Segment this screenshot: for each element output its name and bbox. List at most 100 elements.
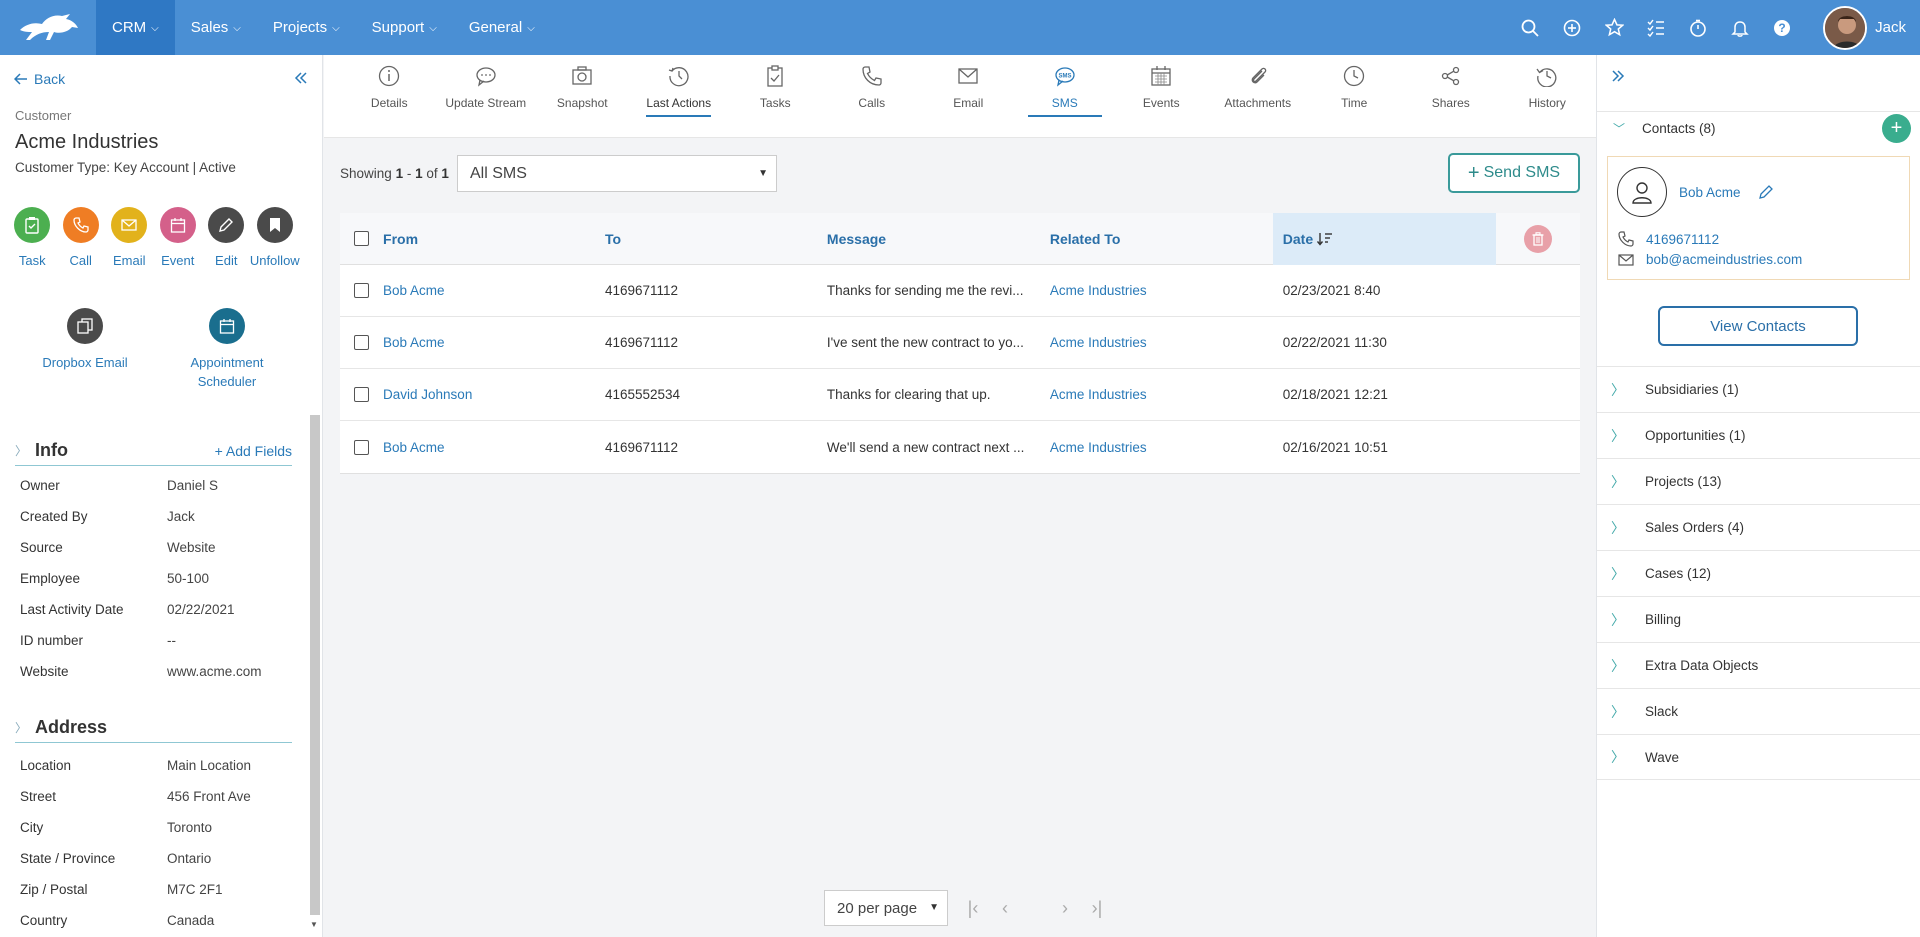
related-to-link[interactable]: Acme Industries — [1050, 335, 1273, 350]
edit-contact-button[interactable] — [1758, 184, 1774, 200]
section-slack[interactable]: 〉 Slack — [1597, 688, 1920, 734]
tab-snapshot[interactable]: Snapshot — [534, 55, 631, 137]
section-subsidiaries[interactable]: 〉 Subsidiaries (1) — [1597, 366, 1920, 412]
section-wave[interactable]: 〉 Wave — [1597, 734, 1920, 780]
first-page-icon[interactable]: |‹ — [966, 898, 980, 919]
scroll-down-arrow-icon[interactable]: ▼ — [310, 920, 318, 929]
row-checkbox[interactable] — [354, 283, 369, 298]
results-count: Showing 1 - 1 of 1 — [340, 166, 449, 181]
select-all-checkbox[interactable] — [354, 231, 369, 246]
tab-details[interactable]: Details — [341, 55, 438, 137]
tab-time[interactable]: Time — [1306, 55, 1403, 137]
add-contact-button[interactable]: + — [1882, 114, 1911, 143]
unfollow-action-button[interactable]: Unfollow — [250, 207, 300, 268]
double-chevron-right-icon — [1612, 70, 1625, 82]
email-action-button[interactable]: Email — [105, 207, 154, 268]
per-page-select[interactable]: 20 per page ▼ — [824, 890, 948, 926]
from-link[interactable]: Bob Acme — [383, 283, 605, 298]
tab-events[interactable]: Events — [1113, 55, 1210, 137]
chevron-right-icon: 〉 — [1611, 611, 1625, 628]
nav-support-label: Support — [371, 19, 425, 36]
clock-icon — [1341, 63, 1367, 89]
view-contacts-button[interactable]: View Contacts — [1658, 306, 1858, 346]
search-icon[interactable] — [1519, 17, 1541, 39]
contact-email[interactable]: bob@acmeindustries.com — [1618, 252, 1802, 267]
checklist-icon[interactable] — [1645, 17, 1667, 39]
nav-crm[interactable]: CRM ⌵ — [96, 0, 175, 55]
tab-tasks[interactable]: Tasks — [727, 55, 824, 137]
last-page-icon[interactable]: ›| — [1090, 898, 1104, 919]
prev-page-icon[interactable]: ‹ — [998, 898, 1012, 919]
column-related-to[interactable]: Related To — [1050, 213, 1273, 265]
bell-icon[interactable] — [1729, 17, 1751, 39]
tab-history[interactable]: History — [1499, 55, 1596, 137]
from-link[interactable]: Bob Acme — [383, 335, 605, 350]
row-checkbox[interactable] — [354, 387, 369, 402]
section-projects[interactable]: 〉 Projects (13) — [1597, 458, 1920, 504]
message-cell: Thanks for sending me the revi... — [826, 283, 1024, 298]
app-logo[interactable] — [4, 0, 94, 55]
contact-name-link[interactable]: Bob Acme — [1679, 185, 1741, 200]
field-value: Jack — [167, 509, 195, 524]
section-sales-orders[interactable]: 〉 Sales Orders (4) — [1597, 504, 1920, 550]
column-to[interactable]: To — [605, 213, 827, 265]
message-cell: Thanks for clearing that up. — [826, 387, 991, 402]
back-button[interactable]: Back — [14, 71, 65, 87]
tab-label: Attachments — [1224, 96, 1292, 110]
tab-calls[interactable]: Calls — [824, 55, 921, 137]
table-row[interactable]: David Johnson 4165552534 Thanks for clea… — [340, 369, 1580, 421]
task-action-button[interactable]: Task — [8, 207, 57, 268]
section-opportunities[interactable]: 〉 Opportunities (1) — [1597, 412, 1920, 458]
related-to-link[interactable]: Acme Industries — [1050, 387, 1273, 402]
user-name[interactable]: Jack — [1875, 19, 1906, 36]
timer-icon[interactable] — [1687, 17, 1709, 39]
nav-projects[interactable]: Projects ⌵ — [257, 0, 356, 55]
contacts-section-header[interactable]: ﹀ Contacts (8) + — [1597, 111, 1920, 145]
column-message[interactable]: Message — [827, 213, 1050, 265]
add-circle-icon[interactable] — [1561, 17, 1583, 39]
nav-general[interactable]: General ⌵ — [453, 0, 551, 55]
from-link[interactable]: Bob Acme — [383, 440, 605, 455]
user-avatar[interactable] — [1823, 5, 1868, 50]
section-extra-data-objects[interactable]: 〉 Extra Data Objects — [1597, 642, 1920, 688]
help-icon[interactable]: ? — [1771, 17, 1793, 39]
tab-update-stream[interactable]: Update Stream — [438, 55, 535, 137]
tab-attachments[interactable]: Attachments — [1210, 55, 1307, 137]
row-checkbox[interactable] — [354, 439, 369, 455]
nav-support[interactable]: Support ⌵ — [356, 0, 453, 55]
tab-shares[interactable]: Shares — [1403, 55, 1500, 137]
section-billing[interactable]: 〉 Billing — [1597, 596, 1920, 642]
related-to-link[interactable]: Acme Industries — [1050, 440, 1273, 455]
info-section-header[interactable]: 〉 Info + Add Fields — [15, 440, 292, 466]
tab-email[interactable]: Email — [920, 55, 1017, 137]
table-row[interactable]: Bob Acme 4169671112 I've sent the new co… — [340, 317, 1580, 369]
call-action-button[interactable]: Call — [57, 207, 106, 268]
address-section-header[interactable]: 〉 Address — [15, 717, 292, 743]
delete-button[interactable] — [1523, 224, 1552, 253]
from-link[interactable]: David Johnson — [383, 387, 605, 402]
left-scrollbar[interactable] — [310, 415, 320, 915]
column-from[interactable]: From — [383, 213, 605, 265]
star-icon[interactable] — [1603, 17, 1625, 39]
collapse-left-button[interactable] — [294, 71, 308, 85]
tab-last-actions[interactable]: Last Actions — [631, 55, 728, 137]
section-label: Slack — [1645, 704, 1679, 719]
dropbox-email-button[interactable]: Dropbox Email — [14, 308, 156, 391]
row-checkbox[interactable] — [354, 335, 369, 350]
add-fields-button[interactable]: + Add Fields — [215, 443, 292, 459]
tab-sms[interactable]: SMS SMS — [1017, 55, 1114, 137]
sms-filter-select[interactable]: All SMS ▼ — [457, 155, 777, 192]
table-row[interactable]: Bob Acme 4169671112 We'll send a new con… — [340, 421, 1580, 473]
next-page-icon[interactable]: › — [1058, 898, 1072, 919]
contact-phone[interactable]: 4169671112 — [1618, 231, 1719, 247]
collapse-right-button[interactable] — [1611, 69, 1625, 83]
send-sms-button[interactable]: + Send SMS — [1448, 153, 1580, 193]
edit-action-button[interactable]: Edit — [202, 207, 251, 268]
column-date[interactable]: Date — [1272, 212, 1496, 265]
event-action-button[interactable]: Event — [154, 207, 203, 268]
table-row[interactable]: Bob Acme 4169671112 Thanks for sending m… — [340, 265, 1580, 317]
appointment-scheduler-button[interactable]: Appointment Scheduler — [156, 308, 298, 391]
section-cases[interactable]: 〉 Cases (12) — [1597, 550, 1920, 596]
nav-sales[interactable]: Sales ⌵ — [175, 0, 257, 55]
related-to-link[interactable]: Acme Industries — [1050, 283, 1273, 298]
